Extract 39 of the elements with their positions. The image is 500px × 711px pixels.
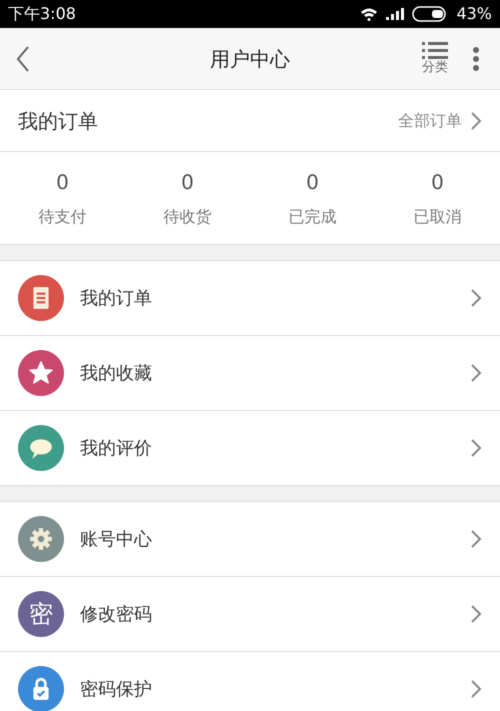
chevron-icon (470, 110, 482, 130)
order-status-label: 已完成 (288, 206, 336, 228)
category-label: 分类 (422, 60, 448, 76)
list-icon (422, 42, 448, 60)
menu-item[interactable]: 账号中心 (0, 502, 500, 577)
glyph-icon: 密 (18, 591, 64, 637)
back-button[interactable] (16, 46, 30, 72)
chevron-icon (470, 679, 482, 699)
order-status-button[interactable]: 0 待收货 (125, 167, 250, 229)
chevron-icon (470, 438, 482, 458)
chevron-icon (470, 529, 482, 549)
category-button[interactable]: 分类 (422, 42, 448, 76)
chevron-icon (470, 604, 482, 624)
battery-icon (412, 6, 448, 22)
more-button[interactable] (472, 46, 480, 72)
order-count: 0 (431, 169, 444, 196)
all-orders-link[interactable]: 全部订单 (398, 108, 482, 132)
page-title: 用户中心 (210, 46, 290, 72)
signal-icon (386, 8, 404, 20)
menu-item[interactable]: 密 修改密码 (0, 577, 500, 652)
status-time: 下午3:08 (8, 3, 76, 25)
menu-item[interactable]: 我的评价 (0, 411, 500, 486)
order-status-button[interactable]: 0 待支付 (0, 167, 125, 229)
wifi-icon (360, 7, 378, 21)
order-count: 0 (181, 169, 194, 196)
battery-percent: 43% (456, 3, 492, 25)
section-title: 我的订单 (18, 108, 98, 134)
order-status-button[interactable]: 0 已取消 (375, 167, 500, 229)
menu-item[interactable]: 密码保护 (0, 652, 500, 711)
chevron-icon (470, 288, 482, 308)
order-status-button[interactable]: 0 已完成 (250, 167, 375, 229)
order-count: 0 (56, 169, 69, 196)
menu-item[interactable]: 我的收藏 (0, 336, 500, 411)
menu-item[interactable]: 我的订单 (0, 261, 500, 336)
order-status-label: 待支付 (38, 206, 86, 228)
chevron-icon (470, 363, 482, 383)
order-status-label: 待收货 (164, 206, 212, 228)
order-status-label: 已取消 (414, 206, 462, 228)
order-count: 0 (306, 169, 319, 196)
